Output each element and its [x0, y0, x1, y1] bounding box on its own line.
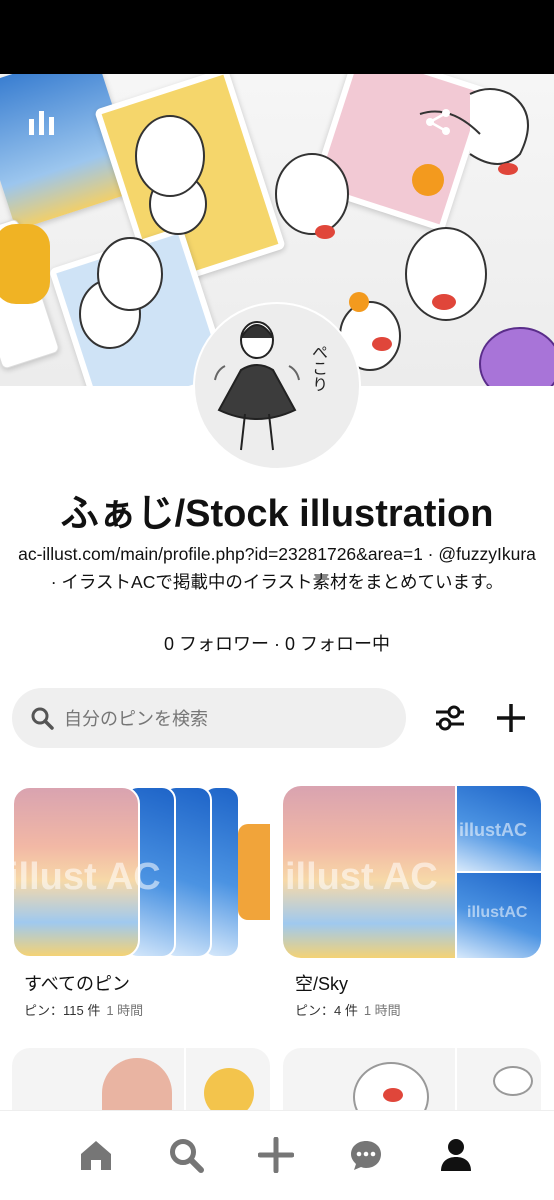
- board-meta: ピン：115 件 1 時間: [24, 1000, 270, 1019]
- create-icon[interactable]: [246, 1127, 306, 1183]
- board-all-pins[interactable]: illust AC すべてのピン ピン：115 件 1 時間: [12, 786, 270, 1019]
- share-icon[interactable]: [418, 102, 458, 142]
- board-title: すべてのピン: [24, 974, 131, 994]
- follow-stats[interactable]: 0 フォロワー · 0 フォロー中: [0, 630, 554, 656]
- stats-icon[interactable]: [22, 102, 62, 142]
- board-sky[interactable]: illust AC illustAC illustAC 空/Sky ピン：4 件…: [283, 786, 541, 1019]
- board-pin-count: ピン：4 件: [295, 1003, 358, 1018]
- search-icon: [31, 707, 54, 730]
- board-thumbnail: [12, 1048, 270, 1118]
- profile-name: ふぁじ/Stock illustration: [60, 493, 494, 535]
- sliders-icon[interactable]: [430, 698, 470, 738]
- search-input[interactable]: 自分のピンを検索: [12, 688, 406, 748]
- avatar-caption: ぺこり: [309, 344, 328, 392]
- watermark: illustAC: [459, 820, 528, 840]
- bottom-nav: [0, 1110, 554, 1200]
- board-preview-character: [238, 824, 270, 920]
- avatar-illustration: [214, 321, 300, 451]
- avatar[interactable]: ぺこり: [193, 302, 361, 470]
- board-updated: 1 時間: [363, 1003, 401, 1018]
- board-title: 空/Sky: [295, 974, 349, 994]
- profile-bio[interactable]: ac-illust.com/main/profile.php?id=232817…: [18, 540, 536, 596]
- profile-icon[interactable]: [426, 1127, 486, 1183]
- board-pin-count: ピン：115 件: [24, 1003, 101, 1018]
- board-thumbnail: illust AC: [12, 786, 270, 958]
- watermark: illust AC: [285, 856, 438, 898]
- more-icon[interactable]: [492, 102, 532, 142]
- search-placeholder: 自分のピンを検索: [64, 709, 208, 729]
- watermark: illustAC: [467, 904, 528, 921]
- watermark: illust AC: [12, 856, 161, 898]
- search-icon[interactable]: [156, 1127, 216, 1183]
- board-meta: ピン：4 件 1 時間: [295, 1000, 541, 1019]
- board-thumbnail: [283, 1048, 541, 1118]
- plus-icon[interactable]: [491, 698, 531, 738]
- board-thumbnail: illust AC illustAC illustAC: [283, 786, 541, 958]
- home-icon[interactable]: [66, 1127, 126, 1183]
- board-updated: 1 時間: [106, 1003, 144, 1018]
- status-bar: [0, 0, 554, 74]
- messages-icon[interactable]: [336, 1127, 396, 1183]
